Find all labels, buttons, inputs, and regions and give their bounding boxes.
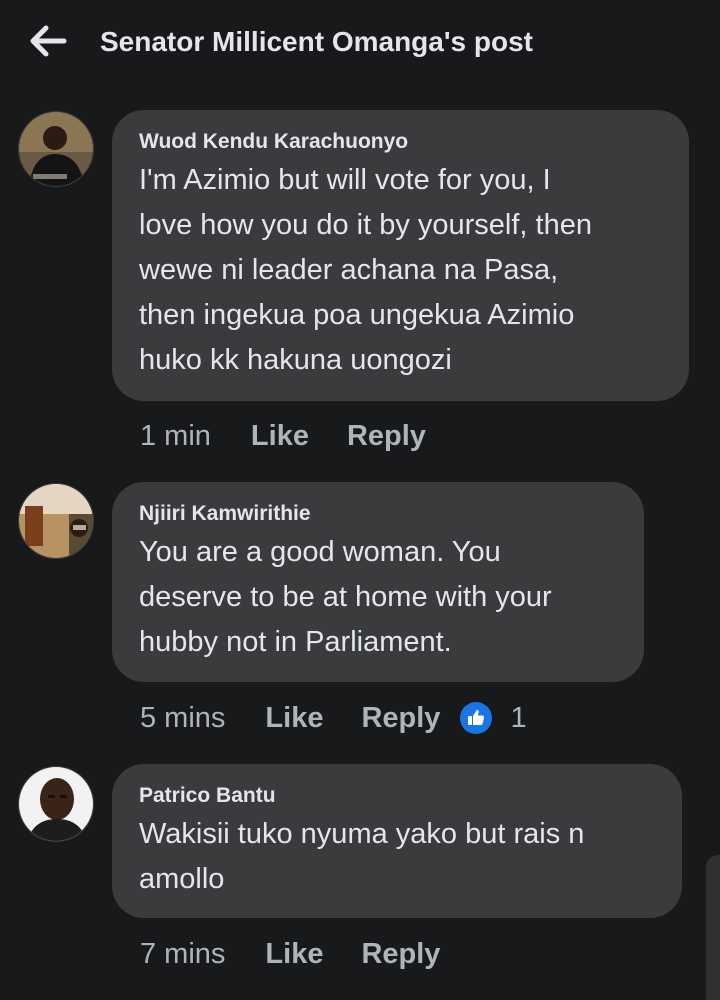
comment-author[interactable]: Wuod Kendu Karachuonyo	[139, 128, 663, 156]
comment-text-line: deserve to be at home with your	[139, 581, 552, 613]
comment-timestamp[interactable]: 5 mins	[140, 702, 225, 735]
comment-text-line: I'm Azimio but will vote for you, I	[139, 164, 551, 196]
comment-text: You are a good woman. You deserve to be …	[139, 530, 618, 665]
comment-text-line: huko kk hakuna uongozi	[139, 344, 452, 376]
thumbs-up-icon	[460, 702, 493, 734]
arrow-left-icon	[30, 25, 67, 57]
page-title: Senator Millicent Omanga's post	[100, 26, 533, 57]
avatar[interactable]	[18, 766, 94, 842]
comment-actions: 1 min Like Reply	[140, 416, 446, 456]
reply-button[interactable]: Reply	[361, 938, 440, 971]
comment-text-line: love how you do it by yourself, then	[139, 209, 592, 241]
like-button[interactable]: Like	[251, 420, 309, 453]
comment-text-line: amollo	[139, 863, 225, 895]
reply-button[interactable]: Reply	[347, 420, 426, 453]
comment-text-line: then ingekua poa ungekua Azimio	[139, 299, 575, 331]
scrollbar[interactable]	[706, 855, 720, 1000]
avatar[interactable]	[18, 483, 94, 559]
comment-author[interactable]: Njiiri Kamwirithie	[139, 500, 618, 528]
comment-actions: 5 mins Like Reply 1	[140, 698, 527, 738]
comment-text: I'm Azimio but will vote for you, I love…	[139, 158, 663, 383]
comment-actions: 7 mins Like Reply	[140, 934, 460, 974]
like-button[interactable]: Like	[265, 702, 323, 735]
comment-text-line: wewe ni leader achana na Pasa,	[139, 254, 559, 286]
like-button[interactable]: Like	[265, 938, 323, 971]
reply-button[interactable]: Reply	[361, 702, 440, 735]
comment-text-line: Wakisii tuko nyuma yako but rais n	[139, 818, 585, 850]
comment-text-line: You are a good woman. You	[139, 536, 501, 568]
comment-bubble[interactable]: Patrico Bantu Wakisii tuko nyuma yako bu…	[112, 764, 682, 918]
comment-text-line: hubby not in Parliament.	[139, 626, 452, 658]
comment-text: Wakisii tuko nyuma yako but rais n amoll…	[139, 812, 656, 902]
comment-bubble[interactable]: Njiiri Kamwirithie You are a good woman.…	[112, 482, 644, 682]
top-bar: Senator Millicent Omanga's post	[0, 0, 720, 92]
reaction-count: 1	[510, 701, 527, 734]
comment-timestamp[interactable]: 1 min	[140, 420, 211, 453]
comment-author[interactable]: Patrico Bantu	[139, 782, 656, 810]
comment-bubble[interactable]: Wuod Kendu Karachuonyo I'm Azimio but wi…	[112, 110, 689, 401]
reaction-summary[interactable]: 1	[460, 701, 527, 735]
avatar[interactable]	[18, 111, 94, 187]
back-button[interactable]	[26, 24, 70, 58]
comment-timestamp[interactable]: 7 mins	[140, 938, 225, 971]
